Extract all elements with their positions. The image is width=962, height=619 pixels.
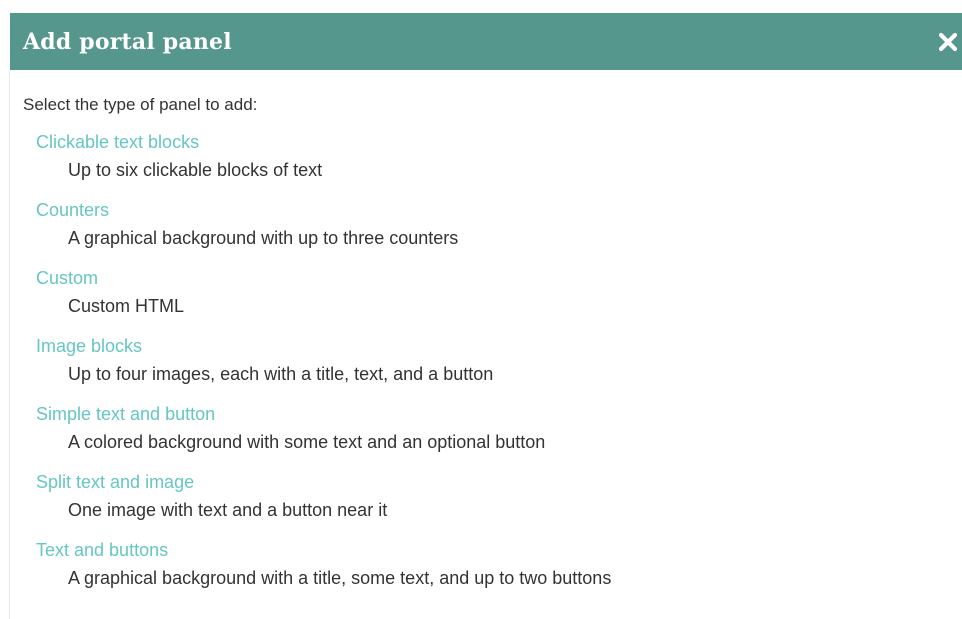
panel-link-image-blocks[interactable]: Image blocks <box>36 334 962 358</box>
dialog-body: Select the type of panel to add: Clickab… <box>10 70 962 606</box>
list-item: Image blocks Up to four images, each wit… <box>36 334 962 402</box>
panel-description: A graphical background with a title, som… <box>68 568 612 588</box>
panel-link-clickable-text-blocks[interactable]: Clickable text blocks <box>36 130 962 154</box>
list-item: Counters A graphical background with up … <box>36 198 962 266</box>
close-button[interactable] <box>934 13 962 70</box>
panel-description: One image with text and a button near it <box>68 500 388 520</box>
top-strip <box>0 0 962 13</box>
panel-description: A colored background with some text and … <box>68 432 546 452</box>
page-background: Add portal panel Select the type of pane… <box>0 0 962 619</box>
panel-description: Custom HTML <box>68 296 185 316</box>
add-portal-panel-dialog: Add portal panel Select the type of pane… <box>10 13 962 619</box>
panel-description: Up to six clickable blocks of text <box>68 160 323 180</box>
panel-link-counters[interactable]: Counters <box>36 198 962 222</box>
panel-link-text-and-buttons[interactable]: Text and buttons <box>36 538 962 562</box>
list-item: Clickable text blocks Up to six clickabl… <box>36 130 962 198</box>
underlying-page-edge <box>0 70 10 619</box>
dialog-header: Add portal panel <box>10 13 962 70</box>
panel-link-split-text-and-image[interactable]: Split text and image <box>36 470 962 494</box>
panel-link-custom[interactable]: Custom <box>36 266 962 290</box>
panel-link-simple-text-and-button[interactable]: Simple text and button <box>36 402 962 426</box>
panel-description: Up to four images, each with a title, te… <box>68 364 494 384</box>
list-item: Simple text and button A colored backgro… <box>36 402 962 470</box>
list-item: Text and buttons A graphical background … <box>36 538 962 606</box>
list-item: Split text and image One image with text… <box>36 470 962 538</box>
close-icon <box>938 32 958 51</box>
panel-type-list: Clickable text blocks Up to six clickabl… <box>23 130 962 606</box>
list-item: Custom Custom HTML <box>36 266 962 334</box>
panel-description: A graphical background with up to three … <box>68 228 459 248</box>
dialog-title: Add portal panel <box>23 28 232 55</box>
dialog-intro: Select the type of panel to add: <box>23 95 258 114</box>
